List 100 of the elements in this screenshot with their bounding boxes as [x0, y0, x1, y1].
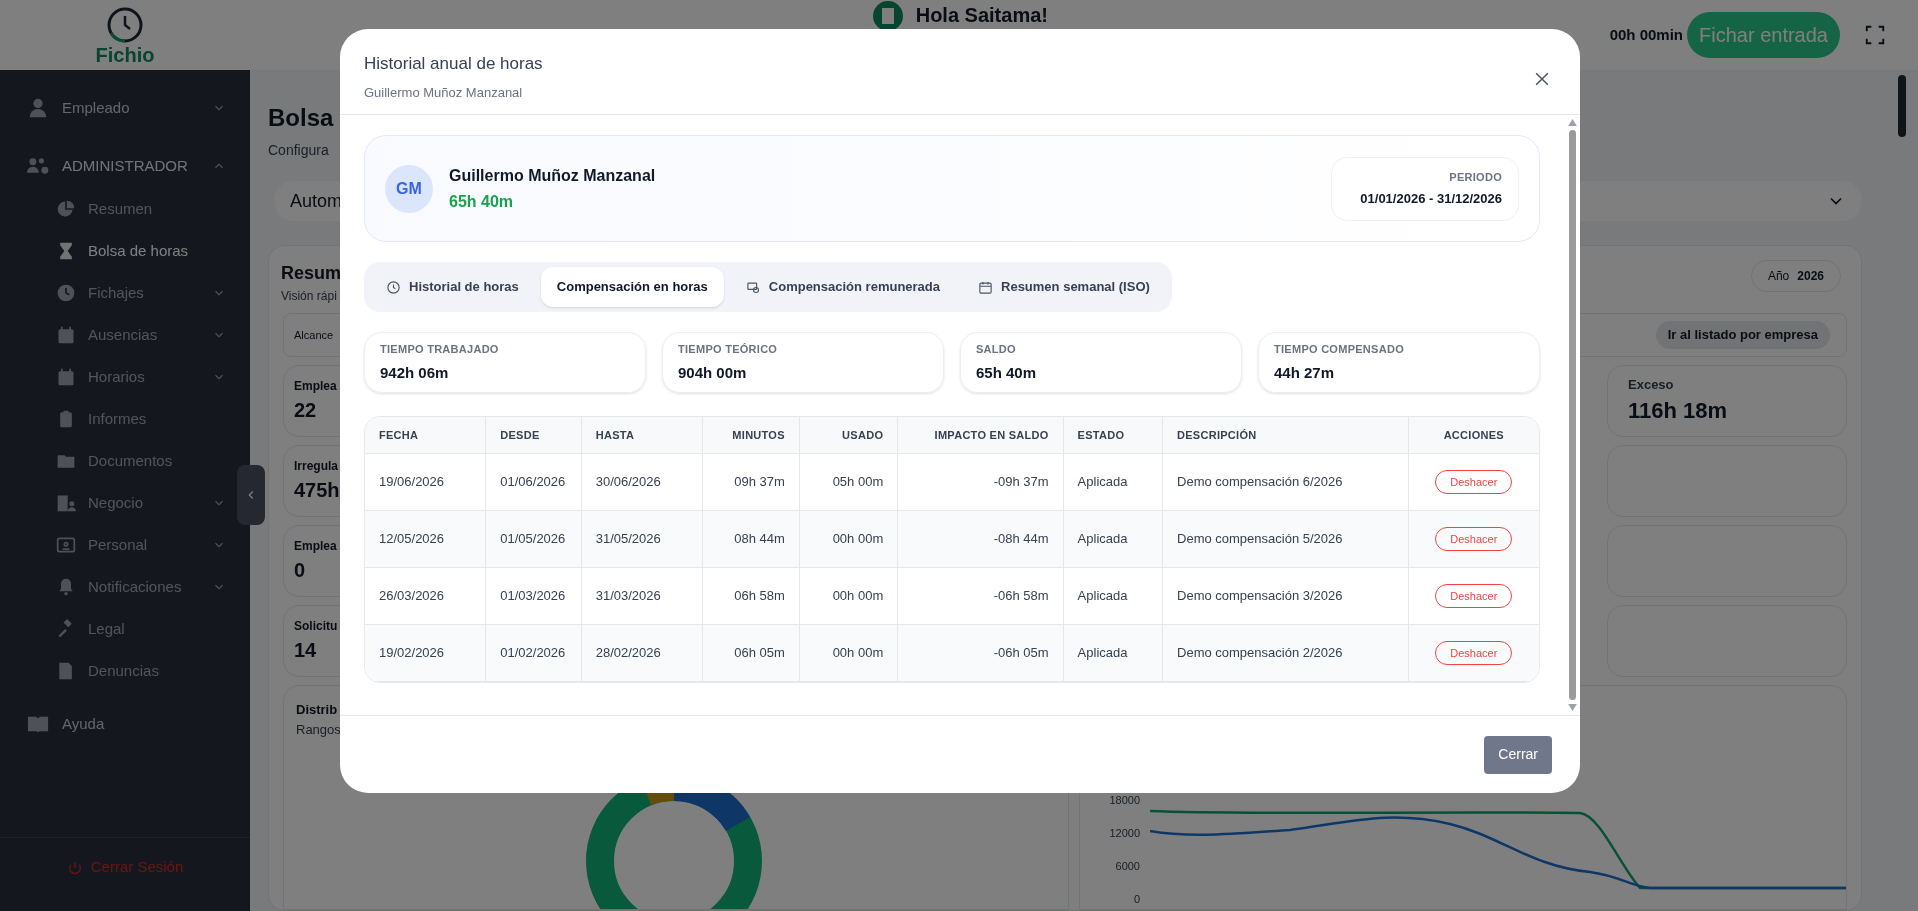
card-title: Distrib [296, 701, 338, 719]
sidebar-item[interactable]: Horarios [0, 356, 250, 398]
table-cell: Demo compensación 2/2026 [1162, 624, 1409, 681]
stat-label: SALDO [976, 342, 1017, 357]
dialog-title: Historial anual de horas [364, 53, 544, 75]
table-cell: 26/03/2026 [365, 567, 486, 624]
stat-value: 904h 00m [678, 362, 748, 383]
fullscreen-icon[interactable] [1864, 24, 1886, 46]
stat-value: 475h [294, 478, 340, 503]
clock-icon [56, 282, 76, 304]
avatar: GM [385, 164, 433, 213]
scrollbar-thumb[interactable] [1568, 130, 1576, 700]
scope-label: Alcance [294, 327, 334, 343]
table-cell: 00h 00m [799, 624, 898, 681]
sidebar-item[interactable]: Denuncias [0, 650, 250, 692]
collapse-handle[interactable] [237, 465, 265, 525]
stat-label: Solicitu [294, 618, 338, 635]
employee-balance: 65h 40m [449, 191, 515, 212]
stat-label: TIEMPO TRABAJADO [380, 342, 500, 357]
table-cell: Aplicada [1063, 567, 1163, 624]
sidebar-item[interactable]: Notificaciones [0, 566, 250, 608]
stat-label: Emplea [294, 538, 337, 555]
tab[interactable]: Resumen semanal (ISO) [962, 267, 1166, 307]
table-cell: 09h 37m [702, 453, 800, 510]
scroll-up-icon[interactable] [1567, 119, 1577, 126]
table-cell: 19/06/2026 [365, 453, 486, 510]
scrollbar-thumb[interactable] [1898, 75, 1906, 137]
stat-value: 65h 40m [976, 362, 1038, 383]
page-subtitle: Configura [268, 141, 329, 160]
column-header: DESCRIPCIÓN [1162, 417, 1409, 453]
table-cell: 31/05/2026 [581, 510, 703, 567]
calendar-icon [56, 324, 76, 346]
sidebar-item[interactable]: Resumen [0, 188, 250, 230]
cash-icon [745, 279, 761, 295]
sidebar-item[interactable]: Bolsa de horas [0, 230, 250, 272]
stat-label: TIEMPO TEÓRICO [678, 342, 779, 357]
sidebar-section[interactable]: Empleado [0, 86, 250, 130]
logo-text: Fichio [95, 45, 155, 65]
axis-label: 0 [1133, 892, 1140, 907]
sidebar-item[interactable]: Informes [0, 398, 250, 440]
table-cell: 01/03/2026 [485, 567, 582, 624]
table-cell: Demo compensación 6/2026 [1162, 453, 1409, 510]
table-cell: 06h 05m [702, 624, 800, 681]
table-cell: -06h 58m [897, 567, 1064, 624]
power-icon [66, 859, 83, 876]
column-header: USADO [799, 417, 898, 453]
year-value: 2026 [1797, 268, 1824, 285]
stat-label: Irregula [294, 458, 338, 475]
sidebar-section[interactable]: ADMINISTRADOR [0, 144, 250, 188]
column-header: HASTA [581, 417, 703, 453]
table-cell: 31/03/2026 [581, 567, 703, 624]
employee-name: Guillermo Muñoz Manzanal [449, 165, 657, 186]
table-cell: 08h 44m [702, 510, 800, 567]
table-cell: 00h 00m [799, 567, 898, 624]
tab[interactable]: Historial de horas [370, 267, 535, 307]
sidebar-item[interactable]: Fichajes [0, 272, 250, 314]
clock-icon [386, 279, 401, 295]
year-label: Año [1767, 268, 1790, 285]
scroll-down-icon[interactable] [1567, 704, 1577, 711]
company-list-link[interactable]: Ir al listado por empresa [1655, 321, 1830, 349]
stat-label: Emplea [294, 378, 337, 395]
calendar-icon [978, 279, 993, 295]
card-title: Resum [281, 262, 342, 285]
table-cell: -06h 05m [897, 624, 1064, 681]
table-cell: -09h 37m [897, 453, 1064, 510]
axis-label: 6000 [1115, 859, 1140, 874]
tab[interactable]: Compensación en horas [540, 267, 724, 307]
table-cell: -08h 44m [897, 510, 1064, 567]
period-label: PERIODO [1449, 169, 1502, 185]
table-cell: Aplicada [1063, 624, 1163, 681]
greeting-text: Hola Saitama! [915, 3, 1048, 28]
stat-value: 116h 18m [1628, 397, 1729, 426]
timer-text: 00h 00min [1609, 24, 1684, 45]
table-cell: 01/06/2026 [485, 453, 582, 510]
stat-value: 0 [294, 558, 306, 583]
table-cell: 30/06/2026 [581, 453, 703, 510]
sidebar-item[interactable]: Legal [0, 608, 250, 650]
axis-label: 12000 [1109, 826, 1140, 841]
sidebar-item[interactable]: Ausencias [0, 314, 250, 356]
close-button[interactable]: Cerrar [1484, 735, 1552, 774]
sidebar-section[interactable]: Ayuda [0, 702, 250, 746]
column-header: IMPACTO EN SALDO [897, 417, 1064, 453]
table-cell: Demo compensación 5/2026 [1162, 510, 1409, 567]
table-cell: Demo compensación 3/2026 [1162, 567, 1409, 624]
stat-value: 44h 27m [1274, 362, 1336, 383]
calendar-icon [56, 366, 76, 388]
stat-value: 22 [294, 398, 317, 423]
table-cell: 01/02/2026 [485, 624, 582, 681]
clock-in-button[interactable]: Fichar entrada [1687, 12, 1840, 58]
tab[interactable]: Compensación remunerada [729, 267, 956, 307]
column-header: ESTADO [1063, 417, 1163, 453]
sidebar-item[interactable]: Personal [0, 524, 250, 566]
stat-label: Exceso [1628, 375, 1675, 394]
stat-value: 14 [294, 638, 317, 663]
column-header: DESDE [485, 417, 582, 453]
stat-value: 942h 06m [380, 362, 450, 383]
column-header: MINUTOS [702, 417, 800, 453]
table-cell: 28/02/2026 [581, 624, 703, 681]
table-cell: Aplicada [1063, 510, 1163, 567]
table-cell: 12/05/2026 [365, 510, 486, 567]
